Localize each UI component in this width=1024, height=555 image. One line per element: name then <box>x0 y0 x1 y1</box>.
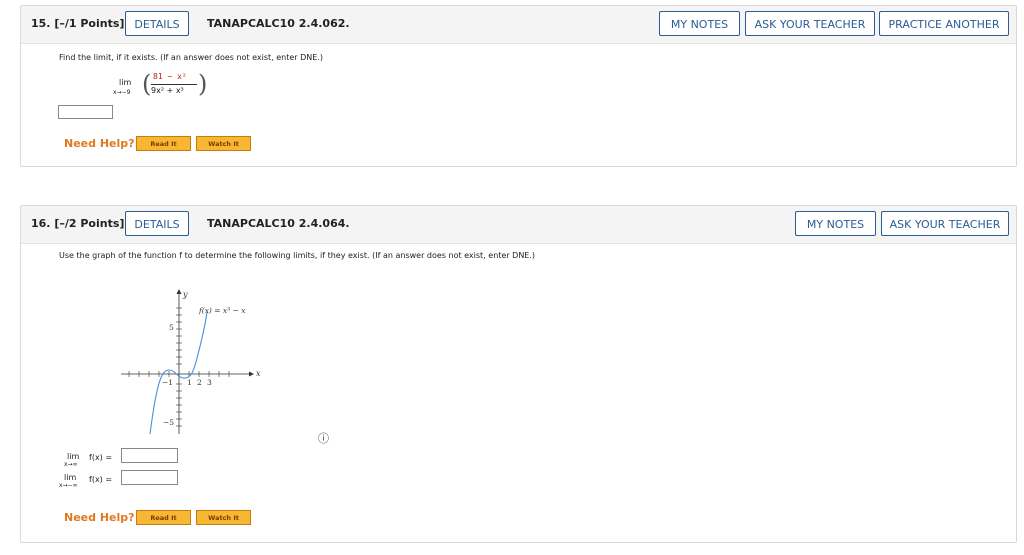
x-axis-arrow <box>249 371 254 377</box>
lim-subscript: x→−9 <box>113 89 131 96</box>
need-help-label: Need Help? <box>64 511 135 524</box>
question-number-points: 16. [–/2 Points] <box>31 217 125 230</box>
ask-teacher-button[interactable]: ASK YOUR TEACHER <box>881 211 1009 236</box>
watch-it-button[interactable]: Watch It <box>196 510 251 525</box>
tick-label-x3: 3 <box>207 378 212 387</box>
left-paren: ( <box>142 70 152 98</box>
my-notes-button[interactable]: MY NOTES <box>795 211 876 236</box>
fraction-bar <box>151 84 197 85</box>
problem-code: TANAPCALC10 2.4.064. <box>207 217 350 230</box>
y-axis-arrow <box>176 289 182 294</box>
function-graph: y x f(x) = x³ − x 5 −5 −1 1 2 3 <box>121 289 261 435</box>
lim2-subscript: x→−∞ <box>59 482 78 489</box>
limit-expression: lim x→−9 ( 81 − x² 9x² + x³ ) <box>113 70 213 102</box>
ask-teacher-button[interactable]: ASK YOUR TEACHER <box>745 11 875 36</box>
numerator: 81 − x² <box>153 72 187 81</box>
x-axis-label: x <box>256 369 261 378</box>
y-axis-label: y <box>182 290 188 299</box>
question-header: 16. [–/2 Points] DETAILS TANAPCALC10 2.4… <box>21 206 1016 244</box>
problem-code: TANAPCALC10 2.4.062. <box>207 17 350 30</box>
practice-another-button[interactable]: PRACTICE ANOTHER <box>879 11 1009 36</box>
my-notes-button[interactable]: MY NOTES <box>659 11 740 36</box>
watch-it-button[interactable]: Watch It <box>196 136 251 151</box>
limit-infinity-input[interactable] <box>121 448 178 463</box>
tick-label-x1: 1 <box>187 378 192 387</box>
need-help-label: Need Help? <box>64 137 135 150</box>
lim-label: lim <box>119 78 132 87</box>
tick-label-y5: 5 <box>169 323 174 332</box>
lim1-label: lim <box>67 452 80 461</box>
info-icon[interactable]: ⓘ <box>318 430 329 446</box>
denominator: 9x² + x³ <box>151 86 184 95</box>
details-button[interactable]: DETAILS <box>125 11 189 36</box>
tick-label-y-neg5: −5 <box>163 418 174 427</box>
lim1-subscript: x→∞ <box>64 461 78 468</box>
question-16: 16. [–/2 Points] DETAILS TANAPCALC10 2.4… <box>20 205 1017 543</box>
question-header: 15. [–/1 Points] DETAILS TANAPCALC10 2.4… <box>21 6 1016 44</box>
function-label: f(x) = x³ − x <box>198 306 246 315</box>
question-prompt: Find the limit, if it exists. (If an ans… <box>59 53 323 62</box>
answer-input[interactable] <box>58 105 113 119</box>
tick-label-x2: 2 <box>197 378 202 387</box>
read-it-button[interactable]: Read It <box>136 136 191 151</box>
lim2-label: lim <box>64 473 77 482</box>
tick-label-x-neg1: −1 <box>162 378 173 387</box>
question-15: 15. [–/1 Points] DETAILS TANAPCALC10 2.4… <box>20 5 1017 167</box>
question-prompt: Use the graph of the function f to deter… <box>59 251 536 260</box>
question-number-points: 15. [–/1 Points] <box>31 17 125 30</box>
lim1-expression: f(x) = <box>89 453 113 462</box>
right-paren: ) <box>198 70 208 98</box>
read-it-button[interactable]: Read It <box>136 510 191 525</box>
function-curve <box>149 311 208 435</box>
lim2-expression: f(x) = <box>89 475 113 484</box>
details-button[interactable]: DETAILS <box>125 211 189 236</box>
limit-neg-infinity-input[interactable] <box>121 470 178 485</box>
